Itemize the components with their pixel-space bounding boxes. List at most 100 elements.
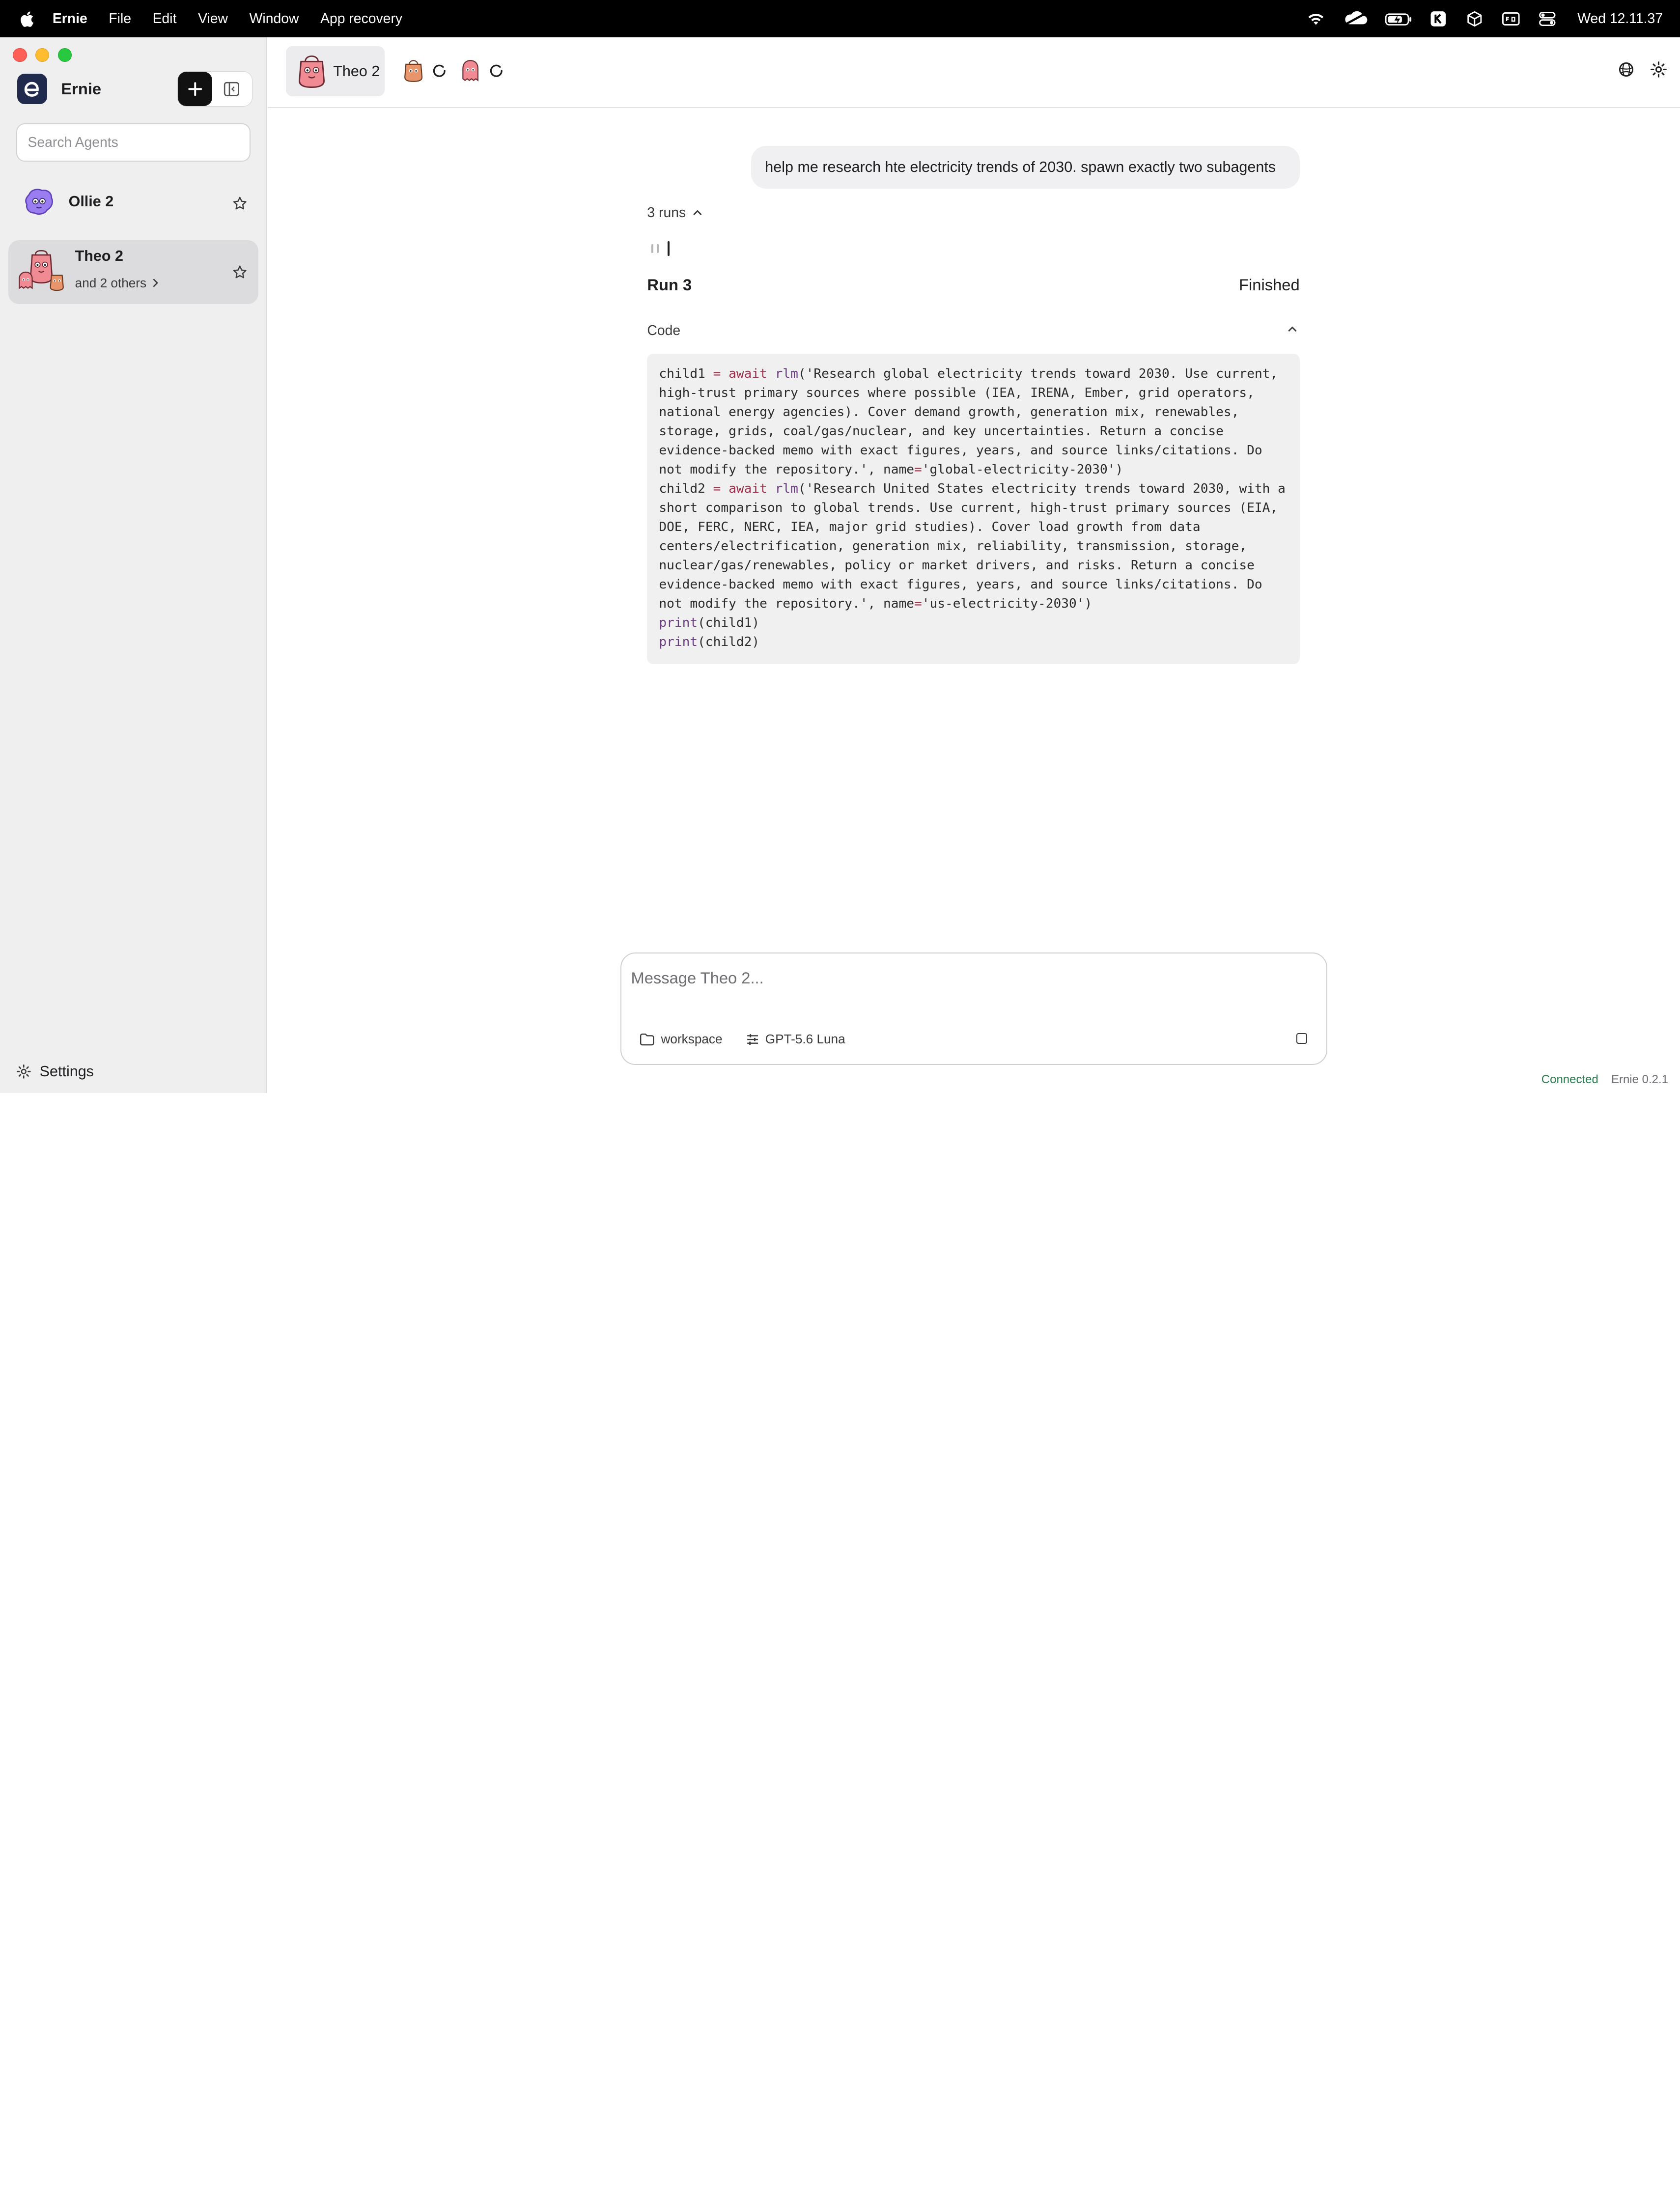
star-icon[interactable] [232,265,248,280]
menu-window[interactable]: Window [250,11,299,27]
chevron-up-icon [1288,326,1297,332]
code-token: nuclear/gas/renewables, policy or market… [659,558,1255,573]
code-token: national energy agencies). Cover demand … [659,404,1239,420]
code-section-toggle[interactable]: Code [647,323,1299,339]
code-line: DOE, FERC, NERC, IEA, major grid studies… [659,518,1288,537]
chevron-right-icon [153,279,158,287]
settings-link[interactable]: Settings [16,1063,94,1080]
message-input[interactable] [631,963,1317,993]
code-token: short comparison to global trends. Use c… [659,500,1278,515]
app-version: Ernie 0.2.1 [1611,1072,1668,1086]
menu-app-name[interactable]: Ernie [53,11,87,27]
gear-icon [16,1064,31,1079]
code-token: child1 [659,366,713,381]
code-token: centers/electrification, generation mix,… [659,538,1247,554]
code-token: print [659,615,698,630]
code-token: not modify the repository.', name [659,596,915,611]
code-token: = [713,366,721,381]
menu-view[interactable]: View [198,11,228,27]
settings-label: Settings [39,1063,94,1080]
code-line: high-trust primary sources where possibl… [659,384,1288,403]
code-line: print(child1) [659,614,1288,633]
code-token: await [728,481,767,496]
code-token: child2 [659,481,713,496]
status-bar: Connected Ernie 0.2.1 [1541,1073,1668,1087]
theo-group-avatar-icon [19,250,64,291]
message-composer: workspace GPT-5.6 Luna [620,952,1328,1065]
control-center-icon[interactable] [1537,10,1558,28]
code-line: nuclear/gas/renewables, policy or market… [659,556,1288,575]
connection-status: Connected [1541,1072,1598,1086]
menu-app-recovery[interactable]: App recovery [320,11,402,27]
star-icon[interactable] [232,196,248,211]
subagent-orange-avatar-icon [404,60,423,82]
topbar-actions [1618,61,1667,78]
globe-icon[interactable] [1618,61,1635,78]
sliders-icon [747,1034,758,1045]
code-token: storage, grids, coal/gas/nuclear, and ke… [659,423,1224,439]
code-line: child2 = await rlm('Research United Stat… [659,479,1288,499]
agent-others-link[interactable]: and 2 others [75,276,160,291]
agent-item-theo-2[interactable]: Theo 2 and 2 others [8,240,258,305]
agent-name: Theo 2 [75,247,123,264]
code-line: centers/electrification, generation mix,… [659,537,1288,556]
runs-toggle[interactable]: 3 runs [647,205,703,221]
code-token: rlm [775,481,798,496]
window-close-button[interactable] [13,48,27,62]
subagent-pink-avatar-icon [462,60,478,82]
k-app-icon[interactable] [1428,10,1449,28]
theo-avatar-icon [299,56,325,88]
new-agent-button[interactable] [178,72,212,106]
menu-edit[interactable]: Edit [153,11,177,27]
code-token: = [914,462,922,477]
user-message: help me research hte electricity trends … [751,145,1300,189]
code-line: not modify the repository.', name='globa… [659,460,1288,479]
tab-theo-2[interactable]: Theo 2 [286,46,385,97]
window-minimize-button[interactable] [35,48,50,62]
code-label: Code [647,322,681,338]
search-agents-input[interactable] [16,123,251,162]
stop-button[interactable] [1296,1033,1308,1044]
sidebar-actions [178,72,252,106]
cube-icon[interactable] [1464,10,1485,28]
code-line: evidence-backed memo with exact figures,… [659,575,1288,594]
apple-logo-icon[interactable] [18,9,37,28]
main-panel: Theo 2 help me research hte electricity … [268,37,1680,1093]
code-token: = [713,481,721,496]
code-line: national energy agencies). Cover demand … [659,403,1288,422]
agent-item-ollie-2[interactable]: Ollie 2 [8,173,258,231]
collapse-sidebar-button[interactable] [212,72,251,106]
code-token: = [914,596,922,611]
wifi-icon[interactable] [1305,10,1327,28]
subagent-tab-2[interactable] [461,59,504,83]
run-progress-indicator[interactable] [651,241,670,256]
cloud-icon[interactable] [1342,10,1370,28]
agent-tab-bar: Theo 2 [268,37,1680,109]
menu-file[interactable]: File [109,11,131,27]
sidebar: Ernie Ollie 2 [0,37,267,1093]
menu-bar: Ernie File Edit View Window App recovery [0,0,1680,38]
chevron-up-icon [693,210,702,216]
code-token: DOE, FERC, NERC, IEA, major grid studies… [659,519,1201,534]
workspace-selector[interactable]: workspace [640,1032,723,1047]
subagent-tab-1[interactable] [404,59,447,83]
display-icon[interactable] [1500,10,1522,28]
battery-icon[interactable] [1385,10,1413,28]
ernie-logo-icon [17,74,47,104]
menu-clock[interactable]: Wed 12.11.37 [1577,11,1663,27]
loading-spinner-icon [433,64,446,77]
brand-name: Ernie [61,80,102,98]
code-line: not modify the repository.', name='us-el… [659,594,1288,614]
code-token: ('Research global electricity trends tow… [798,366,1278,381]
code-token: evidence-backed memo with exact figures,… [659,577,1262,592]
composer-toolbar: workspace GPT-5.6 Luna [640,1032,845,1047]
window-maximize-button[interactable] [57,48,72,62]
plus-icon [188,82,202,96]
window-controls [13,48,72,62]
model-selector[interactable]: GPT-5.6 Luna [746,1032,845,1047]
folder-icon [640,1033,654,1045]
gear-icon[interactable] [1650,61,1667,78]
sidebar-toggle-icon [224,82,239,96]
